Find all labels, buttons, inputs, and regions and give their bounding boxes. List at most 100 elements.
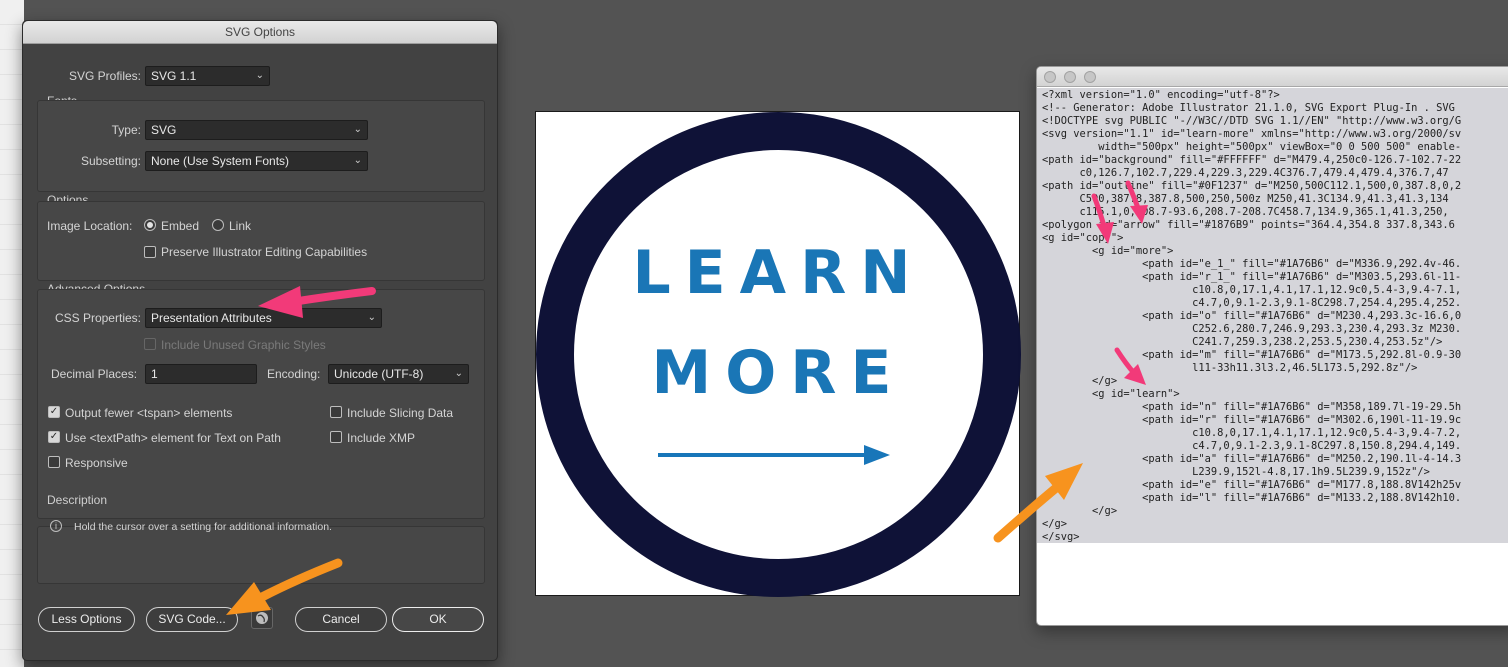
svg-profiles-select[interactable]: SVG 1.1 ⌄: [145, 66, 270, 86]
code-line: c4.7,0,9.1-2.3,9.1-8C298.7,254.4,295.4,2…: [1042, 297, 1462, 309]
svg-profiles-label: SVG Profiles:: [68, 69, 141, 83]
code-line: <path id="e" fill="#1A76B6" d="M177.8,18…: [1042, 479, 1462, 491]
ok-button[interactable]: OK: [392, 607, 484, 632]
slicing-data-checkbox[interactable]: [330, 406, 342, 418]
code-line: <svg version="1.1" id="learn-more" xmlns…: [1042, 128, 1462, 140]
code-line: C252.6,280.7,246.9,293.3,230.4,293.3z M2…: [1042, 323, 1462, 335]
code-line: <polygon id="arrow" fill="#1876B9" point…: [1042, 219, 1462, 231]
code-line: </g>: [1042, 375, 1118, 387]
preserve-editing-checkbox[interactable]: [144, 246, 156, 258]
embed-label: Embed: [161, 219, 200, 233]
textpath-label: Use <textPath> element for Text on Path: [65, 431, 281, 445]
arrow-right-icon: [658, 445, 890, 465]
include-xmp-checkbox[interactable]: [330, 431, 342, 443]
link-radio[interactable]: [212, 219, 224, 231]
options-section: [37, 201, 485, 281]
code-line: <path id="n" fill="#1A76B6" d="M358,189.…: [1042, 401, 1462, 413]
code-line: c10.8,0,17.1,4.1,17.1,12.9c0,5.4-3,9.4-7…: [1042, 284, 1462, 296]
code-line: c115.1,0,208.7-93.6,208.7-208.7C458.7,13…: [1042, 206, 1449, 218]
code-line: <path id="r" fill="#1A76B6" d="M302.6,19…: [1042, 414, 1462, 426]
encoding-value: Unicode (UTF-8): [334, 367, 424, 381]
code-line: <?xml version="1.0" encoding="utf-8"?>: [1042, 89, 1280, 101]
subsetting-label: Subsetting:: [80, 154, 141, 168]
close-window-icon[interactable]: [1044, 71, 1056, 83]
svg-code-button[interactable]: SVG Code...: [146, 607, 238, 632]
minimize-window-icon[interactable]: [1064, 71, 1076, 83]
cancel-button[interactable]: Cancel: [295, 607, 387, 632]
artboard-preview: LEARN MORE: [535, 111, 1021, 597]
code-line: C241.7,259.3,238.2,253.5,230.4,253.5z"/>: [1042, 336, 1443, 348]
code-line: <path id="r_1_" fill="#1A76B6" d="M303.5…: [1042, 271, 1462, 283]
svg-options-dialog: SVG Options SVG Profiles: SVG 1.1 ⌄ Font…: [22, 20, 498, 661]
textpath-checkbox[interactable]: ✓: [48, 431, 60, 443]
embed-radio[interactable]: [144, 219, 156, 231]
description-text: Hold the cursor over a setting for addit…: [74, 521, 332, 533]
svg-code-text[interactable]: <?xml version="1.0" encoding="utf-8"?> <!…: [1037, 88, 1508, 543]
code-line: l11-33h11.3l3.2,46.5L173.5,292.8z"/>: [1042, 362, 1418, 374]
canvas-side-strip: [0, 0, 24, 667]
subsetting-value: None (Use System Fonts): [151, 154, 290, 168]
chevron-down-icon: ⌄: [353, 155, 362, 166]
css-properties-label: CSS Properties:: [54, 311, 141, 325]
include-xmp-label: Include XMP: [347, 431, 416, 445]
dialog-title: SVG Options: [23, 21, 497, 44]
unused-styles-checkbox[interactable]: [144, 338, 156, 350]
fewer-tspan-label: Output fewer <tspan> elements: [65, 406, 233, 420]
css-properties-select[interactable]: Presentation Attributes ⌄: [145, 308, 382, 328]
code-line: <g id="learn">: [1042, 388, 1180, 400]
web-preview-button[interactable]: [251, 607, 273, 629]
code-line: <path id="a" fill="#1A76B6" d="M250.2,19…: [1042, 453, 1462, 465]
css-properties-value: Presentation Attributes: [151, 311, 272, 325]
code-window-titlebar: [1037, 67, 1508, 87]
font-type-select[interactable]: SVG ⌄: [145, 120, 368, 140]
slicing-data-label: Include Slicing Data: [347, 406, 454, 420]
description-heading: Description: [47, 493, 108, 507]
code-line: <path id="outline" fill="#0F1237" d="M25…: [1042, 180, 1462, 192]
code-line: <path id="e_1_" fill="#1A76B6" d="M336.9…: [1042, 258, 1462, 270]
image-location-label: Image Location:: [47, 219, 133, 233]
info-icon: i: [50, 520, 62, 532]
chevron-down-icon: ⌄: [255, 70, 264, 81]
code-line: <path id="l" fill="#1A76B6" d="M133.2,18…: [1042, 492, 1462, 504]
font-type-value: SVG: [151, 123, 177, 137]
decimal-places-input[interactable]: 1: [145, 364, 257, 384]
subsetting-select[interactable]: None (Use System Fonts) ⌄: [145, 151, 368, 171]
svg-profiles-value: SVG 1.1: [151, 69, 197, 83]
encoding-label: Encoding:: [267, 367, 321, 381]
chevron-down-icon: ⌄: [353, 124, 362, 135]
code-line: <!DOCTYPE svg PUBLIC "-//W3C//DTD SVG 1.…: [1042, 115, 1462, 127]
code-line: <path id="background" fill="#FFFFFF" d="…: [1042, 154, 1462, 166]
code-line: c4.7,0,9.1-2.3,9.1-8C297.8,150.8,294.4,1…: [1042, 440, 1462, 452]
code-line: <!-- Generator: Adobe Illustrator 21.1.0…: [1042, 102, 1455, 114]
fewer-tspan-checkbox[interactable]: ✓: [48, 406, 60, 418]
svg-code-window: <?xml version="1.0" encoding="utf-8"?> <!…: [1036, 66, 1508, 626]
unused-styles-label: Include Unused Graphic Styles: [161, 338, 326, 352]
chevron-down-icon: ⌄: [367, 312, 376, 323]
code-line: <g id="more">: [1042, 245, 1174, 257]
code-line: width="500px" height="500px" viewBox="0 …: [1042, 141, 1462, 153]
responsive-checkbox[interactable]: [48, 456, 60, 468]
code-line: </g>: [1042, 505, 1118, 517]
zoom-window-icon[interactable]: [1084, 71, 1096, 83]
code-line: <path id="o" fill="#1A76B6" d="M230.4,29…: [1042, 310, 1462, 322]
fonts-section: [37, 100, 485, 192]
code-line: c0,126.7,102.7,229.4,229.3,229.4C376.7,4…: [1042, 167, 1449, 179]
link-label: Link: [229, 219, 252, 233]
font-type-label: Type:: [111, 123, 141, 137]
globe-icon: [256, 612, 268, 624]
encoding-select[interactable]: Unicode (UTF-8) ⌄: [328, 364, 469, 384]
code-line: <g id="copy">: [1042, 232, 1124, 244]
code-line: L239.9,152l-4.8,17.1h9.5L239.9,152z"/>: [1042, 466, 1430, 478]
code-line: C500,387.8,387.8,500,250,500z M250,41.3C…: [1042, 193, 1449, 205]
learn-text: LEARN: [632, 238, 925, 308]
code-line: </svg>: [1042, 531, 1080, 543]
decimal-places-label: Decimal Places:: [51, 367, 138, 381]
code-line: c10.8,0,17.1,4.1,17.1,12.9c0,5.4-3,9.4-7…: [1042, 427, 1462, 439]
more-text: MORE: [651, 338, 906, 408]
code-line: <path id="m" fill="#1A76B6" d="M173.5,29…: [1042, 349, 1462, 361]
preserve-editing-label: Preserve Illustrator Editing Capabilitie…: [161, 245, 368, 259]
responsive-label: Responsive: [65, 456, 128, 470]
description-section: [37, 526, 485, 584]
less-options-button[interactable]: Less Options: [38, 607, 135, 632]
chevron-down-icon: ⌄: [454, 368, 463, 379]
